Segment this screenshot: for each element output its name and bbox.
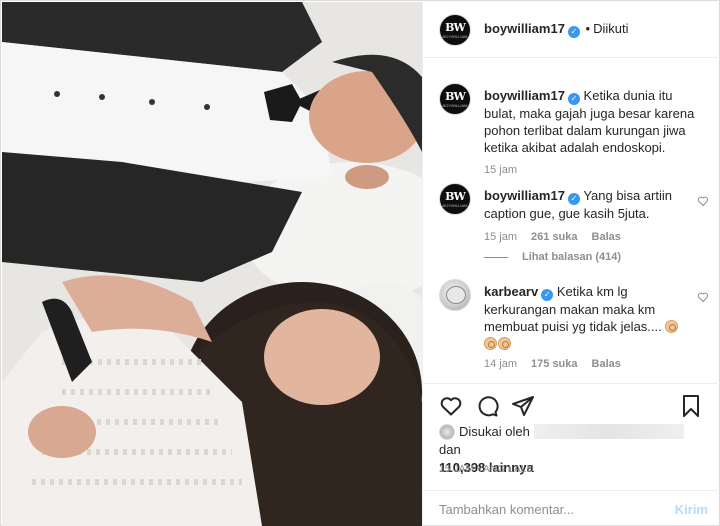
post-timestamp[interactable]: 15 JAM YANG LALU <box>439 464 534 475</box>
comment-body: karbearv ✓ Ketika km lg kerkurangan makan… <box>484 283 696 352</box>
comment-body: boywilliam17 ✓ Ketika dunia itu bulat, ma… <box>484 87 696 156</box>
verified-badge-icon: ✓ <box>567 93 580 105</box>
comment-item: karbearv ✓ Ketika km lg kerkurangan makan… <box>439 279 709 379</box>
comment-username[interactable]: boywilliam17 <box>484 188 565 203</box>
avatar-logo-text: BW <box>445 190 466 203</box>
commenter-avatar[interactable]: BW BOYWILLIAM <box>439 183 471 215</box>
liker-avatar[interactable] <box>439 424 455 440</box>
clapping-emoji-icon <box>484 337 497 350</box>
comment-body: boywilliam17 ✓ Yang bisa artiin caption g… <box>484 187 696 222</box>
bear-avatar-icon <box>446 286 466 304</box>
post-side-panel: BW BOYWILLIAM boywilliam17 ✓ • Diikuti BW … <box>422 2 720 526</box>
post-modal: BW BOYWILLIAM boywilliam17 ✓ • Diikuti BW … <box>0 0 720 526</box>
commenter-avatar[interactable]: BW BOYWILLIAM <box>439 83 471 115</box>
commenter-avatar[interactable] <box>439 279 471 311</box>
comment-username[interactable]: karbearv <box>484 284 538 299</box>
avatar-logo-text: BW <box>445 21 466 34</box>
view-replies-button[interactable]: Lihat balasan (414) <box>484 251 621 263</box>
post-comment-button[interactable]: Kirim <box>675 502 708 517</box>
comment-likes[interactable]: 261 suka <box>531 231 577 243</box>
add-comment-input[interactable]: Tambahkan komentar... <box>439 502 574 517</box>
avatar-logo-subtext: BOYWILLIAM <box>442 203 468 208</box>
avatar-logo-subtext: BOYWILLIAM <box>442 34 468 39</box>
author-avatar[interactable]: BW BOYWILLIAM <box>439 14 471 46</box>
verified-badge-icon: ✓ <box>567 26 580 38</box>
like-heart-icon[interactable] <box>439 394 463 418</box>
comment-username[interactable]: boywilliam17 <box>484 88 565 103</box>
liked-by-suffix: dan <box>439 442 461 457</box>
reply-button[interactable]: Balas <box>592 231 621 243</box>
comment-meta: 15 jam 261 suka Balas <box>484 231 635 243</box>
comment-item: BW BOYWILLIAM boywilliam17 ✓ Yang bisa ar… <box>439 183 709 273</box>
caption-comment: BW BOYWILLIAM boywilliam17 ✓ Ketika dunia… <box>439 83 709 183</box>
comment-meta: 14 jam 175 suka Balas <box>484 358 635 370</box>
separator-dot: • <box>581 21 591 36</box>
share-send-icon[interactable] <box>511 394 535 418</box>
like-comment-heart-icon[interactable] <box>697 195 709 207</box>
comment-likes[interactable]: 175 suka <box>531 358 577 370</box>
couple-photo-illustration <box>2 2 422 526</box>
header-line: boywilliam17 ✓ • Diikuti <box>484 21 629 38</box>
clapping-emoji-icon <box>498 337 511 350</box>
reply-button[interactable]: Balas <box>592 358 621 370</box>
comment-time[interactable]: 14 jam <box>484 358 517 370</box>
author-username[interactable]: boywilliam17 <box>484 21 565 36</box>
like-comment-heart-icon[interactable] <box>697 291 709 303</box>
save-bookmark-icon[interactable] <box>679 394 703 418</box>
comment-time[interactable]: 15 jam <box>484 231 517 243</box>
post-photo[interactable] <box>2 2 422 526</box>
comment-time[interactable]: 15 jam <box>484 164 517 176</box>
comment-bubble-icon[interactable] <box>475 394 499 418</box>
verified-badge-icon: ✓ <box>567 193 580 205</box>
post-actions-section: Disukai olehdan 110,398 lainnya 15 JAM Y… <box>423 383 720 526</box>
avatar-logo-subtext: BOYWILLIAM <box>442 103 468 108</box>
liker-name-blurred[interactable] <box>533 424 684 439</box>
clapping-emoji-icon <box>665 320 679 333</box>
avatar-logo-text: BW <box>445 90 466 103</box>
replies-rule <box>484 256 508 258</box>
comments-list[interactable]: BW BOYWILLIAM boywilliam17 ✓ Ketika dunia… <box>423 59 720 383</box>
view-replies-label: Lihat balasan (414) <box>522 251 622 263</box>
post-header: BW BOYWILLIAM boywilliam17 ✓ • Diikuti <box>423 2 720 58</box>
verified-badge-icon: ✓ <box>541 289 554 301</box>
liked-by-prefix: Disukai oleh <box>459 424 530 439</box>
add-comment-bar: Tambahkan komentar... Kirim <box>423 490 720 526</box>
comment-meta: 15 jam <box>484 164 531 176</box>
follow-status-button[interactable]: Diikuti <box>593 21 628 36</box>
